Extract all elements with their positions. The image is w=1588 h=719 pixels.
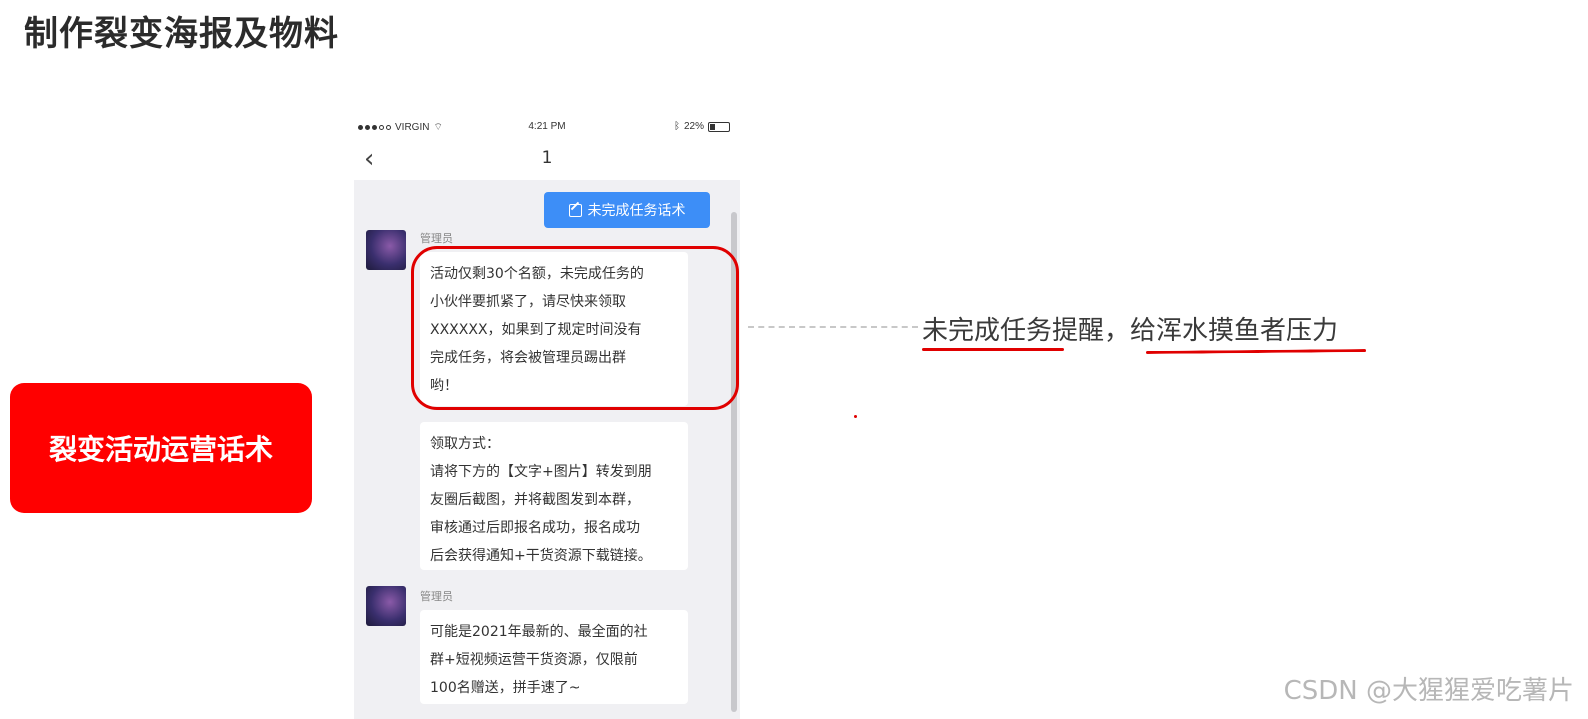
highlight-circle (411, 246, 739, 410)
nav-bar: ‹ 1 (354, 140, 740, 180)
avatar[interactable] (366, 586, 406, 626)
chat-title: 1 (541, 148, 553, 168)
slide-title: 制作裂变海报及物料 (24, 14, 339, 54)
status-bar: VIRGIN ⌔ 4:21 PM ᛒ 22% (354, 112, 740, 140)
sender-name: 管理员 (420, 232, 453, 245)
edit-icon (568, 203, 582, 217)
battery: ᛒ 22% (674, 121, 730, 132)
annotation-underline (1145, 349, 1367, 354)
bluetooth-icon: ᛒ (673, 121, 680, 132)
annotation-text: 未完成任务提醒，给浑水摸鱼者压力 (922, 316, 1339, 346)
message-bubble[interactable]: 领取方式： 请将下方的【文字+图片】转发到朋 友圈后截图，并将截图发到本群， 审… (420, 422, 688, 570)
battery-icon (708, 121, 730, 132)
side-label: 裂变活动运营话术 (10, 383, 312, 513)
avatar[interactable] (366, 230, 406, 270)
battery-percent: 22% (683, 121, 704, 132)
sender-name: 管理员 (420, 590, 453, 603)
red-dot (854, 415, 857, 418)
callout-dashed-line (748, 326, 918, 328)
message-bubble[interactable]: 可能是2021年最新的、最全面的社 群+短视频运营干货资源，仅限前 100名赠送… (420, 610, 688, 704)
phone-screenshot: VIRGIN ⌔ 4:21 PM ᛒ 22% ‹ 1 未完成任务话术 管理员 活… (354, 112, 740, 719)
incomplete-task-script-button[interactable]: 未完成任务话术 (544, 192, 710, 228)
watermark: CSDN @大猩猩爱吃薯片 (1283, 676, 1574, 706)
side-label-text: 裂变活动运营话术 (48, 433, 273, 466)
annotation-underline (922, 348, 1064, 351)
incomplete-task-script-label: 未完成任务话术 (587, 203, 686, 219)
